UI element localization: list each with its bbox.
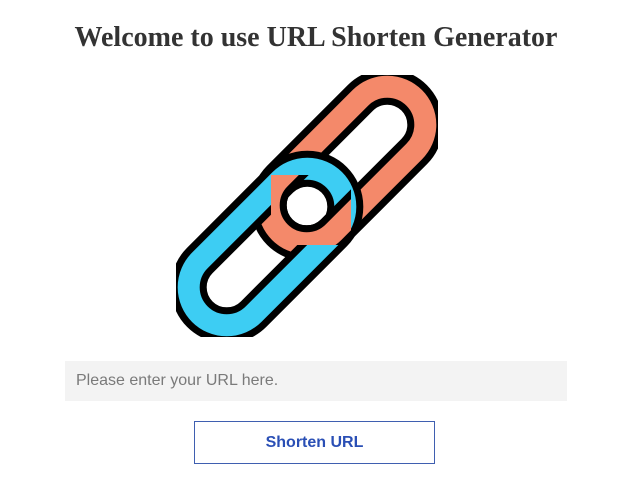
shorten-url-button[interactable]: Shorten URL bbox=[194, 421, 435, 464]
page: Welcome to use URL Shorten Generator Sho… bbox=[0, 0, 632, 491]
url-input[interactable] bbox=[65, 361, 567, 401]
chain-link-icon bbox=[176, 75, 438, 337]
page-title: Welcome to use URL Shorten Generator bbox=[74, 22, 558, 53]
